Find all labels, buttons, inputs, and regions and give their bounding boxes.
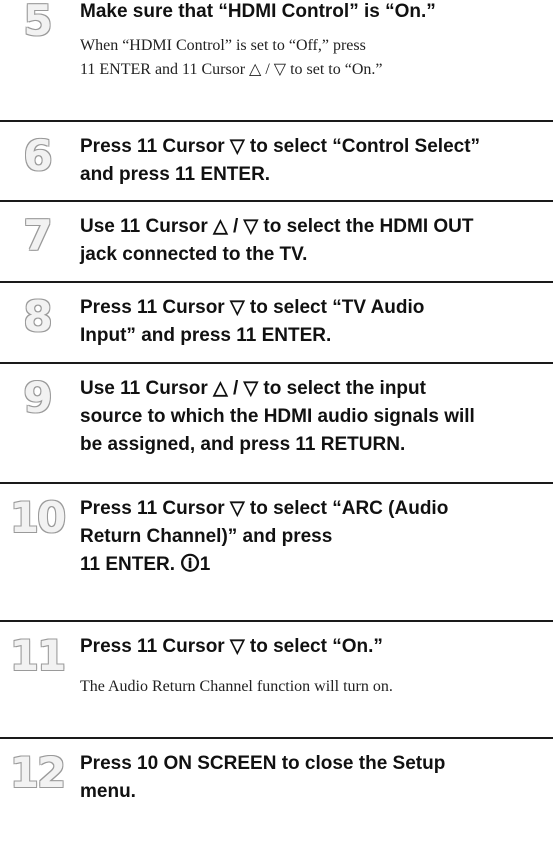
step-title: Press 10 ON SCREEN to close the Setup me…	[80, 753, 446, 802]
step-number: 11	[9, 631, 66, 680]
section-divider	[0, 482, 553, 484]
step-number: 6	[23, 131, 52, 180]
step-5: 5 Make sure that “HDMI Control” is “On.”…	[0, 0, 553, 100]
step-title: Press 11 Cursor ▽ to select “Control Sel…	[80, 136, 481, 185]
step-title: Make sure that “HDMI Control” is “On.”	[80, 1, 436, 22]
section-divider	[0, 737, 553, 739]
step-title: Press 11 Cursor ▽ to select “TV Audio In…	[80, 297, 425, 346]
step-9: 9 Use 11 Cursor △ / ▽ to select the inpu…	[0, 377, 553, 472]
step-title: Use 11 Cursor △ / ▽ to select the HDMI O…	[80, 216, 474, 265]
step-title: Press 11 Cursor ▽ to select “On.”	[80, 636, 383, 657]
step-10: 10 Press 11 Cursor ▽ to select “ARC (Aud…	[0, 497, 553, 607]
step-title: Press 11 Cursor ▽ to select “ARC (Audio …	[80, 498, 449, 575]
step-number: 7	[23, 211, 52, 260]
step-6: 6 Press 11 Cursor ▽ to select “Control S…	[0, 135, 553, 190]
step-number: 12	[9, 748, 66, 797]
step-note: The Audio Return Channel function will t…	[80, 678, 393, 695]
section-divider	[0, 620, 553, 622]
step-title: Use 11 Cursor △ / ▽ to select the input …	[80, 378, 475, 455]
section-divider	[0, 200, 553, 202]
step-number: 8	[23, 292, 52, 341]
section-divider	[0, 281, 553, 283]
step-11: 11 Press 11 Cursor ▽ to select “On.” The…	[0, 635, 553, 715]
step-number: 5	[23, 0, 52, 45]
section-divider	[0, 120, 553, 122]
step-number: 9	[23, 373, 52, 422]
step-7: 7 Use 11 Cursor △ / ▽ to select the HDMI…	[0, 215, 553, 270]
step-12: 12 Press 10 ON SCREEN to close the Setup…	[0, 752, 553, 842]
step-note: When “HDMI Control” is set to “Off,” pre…	[80, 37, 383, 78]
step-number: 10	[9, 493, 66, 542]
section-divider	[0, 362, 553, 364]
step-8: 8 Press 11 Cursor ▽ to select “TV Audio …	[0, 296, 553, 351]
